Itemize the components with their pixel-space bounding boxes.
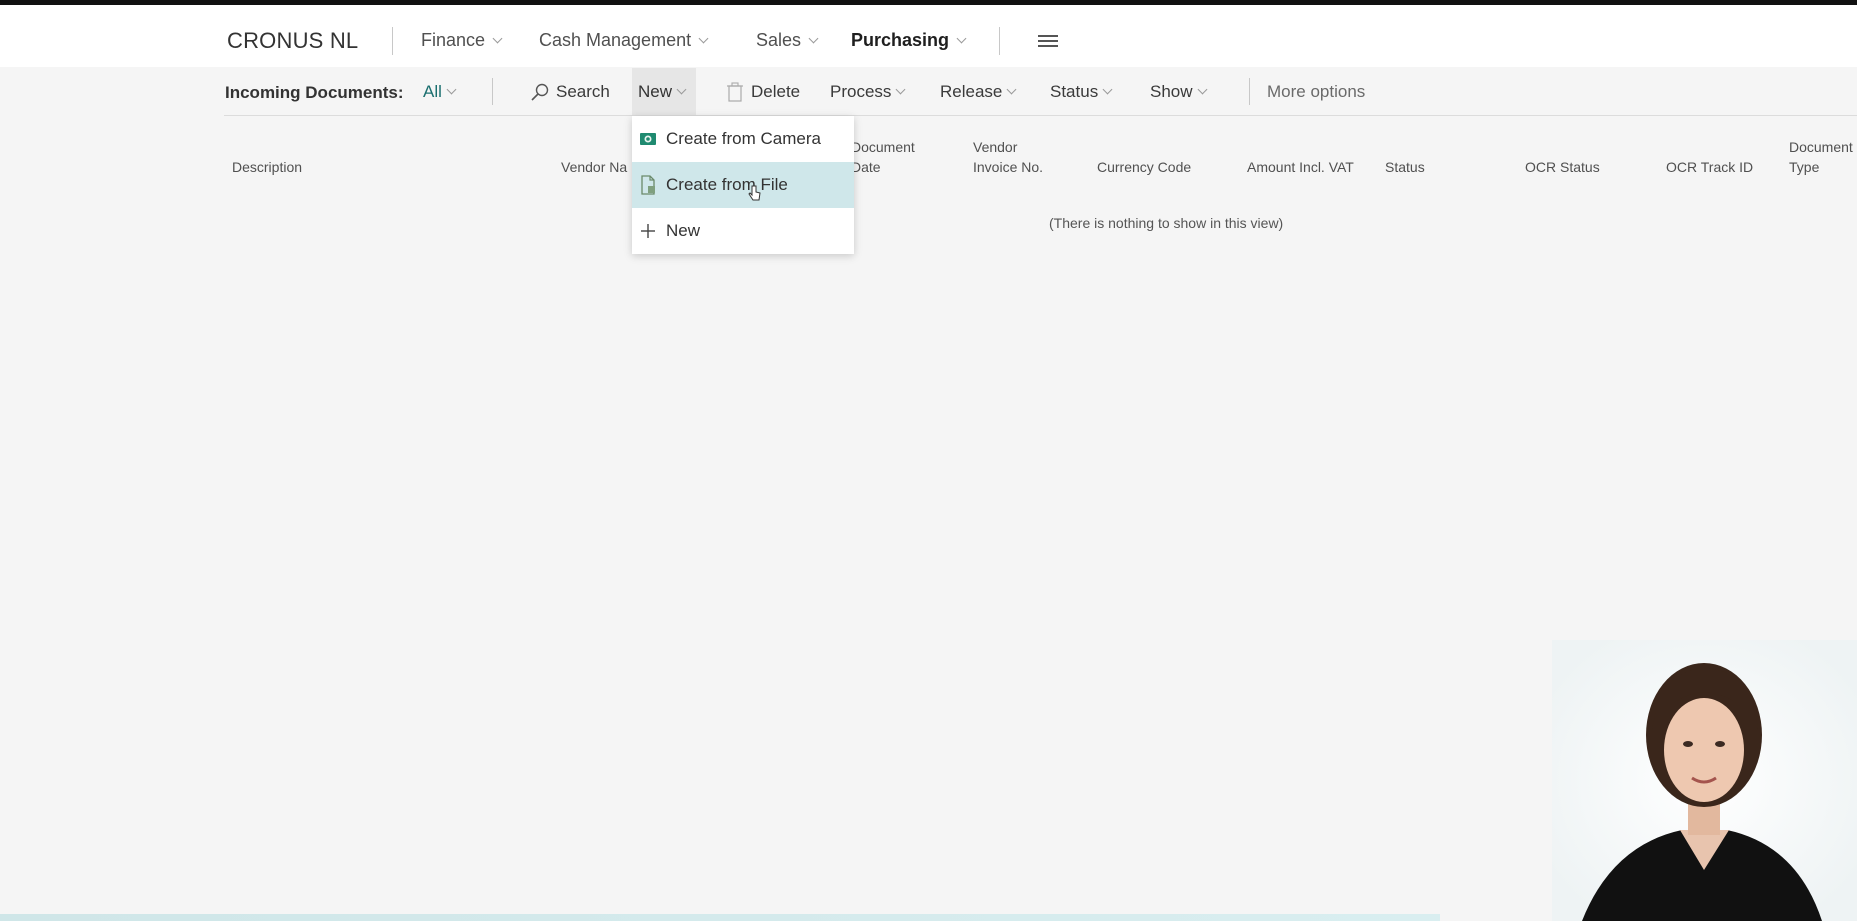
nav-sales[interactable]: Sales [756,30,821,51]
column-header-label: Document [851,139,915,155]
view-filter-label: All [423,82,442,101]
menu-item-label: New [666,221,701,240]
column-header-label: Vendor Na [561,159,628,175]
menu-item-new[interactable]: New [632,208,854,254]
nav-finance-label: Finance [421,30,486,50]
column-header-amount-incl-vat[interactable]: Amount Incl. VAT [1247,157,1354,177]
nav-purchasing[interactable]: Purchasing [851,30,969,51]
empty-table-message: (There is nothing to show in this view) [1049,215,1284,231]
chevron-down-icon [895,84,906,95]
nav-cash-management-label: Cash Management [539,30,692,50]
chevron-down-icon [1006,84,1017,95]
more-options-button[interactable]: More options [1267,82,1365,102]
column-header-label-line2: Invoice No. [973,159,1044,175]
column-header-label: Vendor [973,139,1018,155]
column-header-label: Status [1385,159,1425,175]
status-menu-button[interactable]: Status [1050,82,1115,102]
status-label: Status [1050,82,1099,101]
menu-item-create-from-camera[interactable]: Create from Camera [632,116,854,162]
file-icon [638,175,658,195]
column-header-status[interactable]: Status [1385,157,1425,177]
view-filter-dropdown[interactable]: All [423,82,459,102]
release-label: Release [940,82,1003,101]
column-header-currency-code[interactable]: Currency Code [1097,157,1191,177]
column-header-label-line2: Type [1789,159,1820,175]
action-divider [1249,78,1250,105]
nav-divider [999,27,1000,55]
delete-label: Delete [751,82,801,101]
column-header-label: Document [1789,139,1853,155]
action-bar-underline [224,115,1857,116]
process-label: Process [830,82,892,101]
chevron-down-icon [808,33,819,43]
process-menu-button[interactable]: Process [830,82,908,102]
column-header-ocr-track-id[interactable]: OCR Track ID [1666,157,1753,177]
chevron-down-icon [492,33,503,43]
company-name[interactable]: CRONUS NL [227,28,358,54]
show-label: Show [1150,82,1193,101]
search-button[interactable]: Search [530,82,610,102]
column-header-label: OCR Track ID [1666,159,1754,175]
camera-icon [638,129,658,149]
search-label: Search [556,82,610,101]
show-menu-button[interactable]: Show [1150,82,1210,102]
column-header-label: OCR Status [1525,159,1600,175]
column-header-label: Description [232,159,303,175]
menu-item-label: Create from Camera [666,129,821,148]
nav-finance[interactable]: Finance [421,30,505,51]
presenter-video-overlay [1552,640,1857,921]
nav-divider [392,27,393,55]
column-header-label: Currency Code [1097,159,1192,175]
action-divider [492,78,493,105]
chevron-down-icon [698,33,709,43]
plus-icon [638,221,658,241]
nav-purchasing-label: Purchasing [851,30,950,50]
search-icon [530,82,550,102]
column-header-label: Amount Incl. VAT [1247,159,1354,175]
new-menu-button[interactable]: New [632,68,696,115]
presenter-image [1552,640,1857,921]
chevron-down-icon [1102,84,1113,95]
hamburger-menu-icon[interactable] [1038,35,1058,47]
menu-item-create-from-file[interactable]: Create from File [632,162,854,208]
release-menu-button[interactable]: Release [940,82,1019,102]
column-header-vendor-invoice-no[interactable]: Vendor Invoice No. [973,137,1043,177]
chevron-down-icon [446,84,457,95]
page-title: Incoming Documents: [225,83,404,102]
delete-button[interactable]: Delete [725,82,800,102]
chevron-down-icon [676,84,687,94]
column-header-vendor-name[interactable]: Vendor Na [561,157,627,177]
more-options-label: More options [1267,82,1366,101]
column-header-document-date[interactable]: Document Date [851,137,915,177]
column-header-description[interactable]: Description [232,157,302,177]
chevron-down-icon [956,33,967,43]
column-header-ocr-status[interactable]: OCR Status [1525,157,1600,177]
new-dropdown-menu: Create from Camera Create from File New [632,116,854,254]
bottom-status-strip [0,914,1440,921]
top-navbar: CRONUS NL Finance Cash Management Sales … [0,5,1857,67]
menu-item-label: Create from File [666,175,788,194]
column-header-document-type[interactable]: Document Type [1789,137,1857,177]
mouse-pointer-icon [748,185,761,201]
column-header-label-line2: Date [851,159,881,175]
nav-cash-management[interactable]: Cash Management [539,30,711,51]
trash-icon [725,82,745,102]
new-label: New [638,81,673,101]
nav-sales-label: Sales [756,30,802,50]
chevron-down-icon [1197,84,1207,95]
